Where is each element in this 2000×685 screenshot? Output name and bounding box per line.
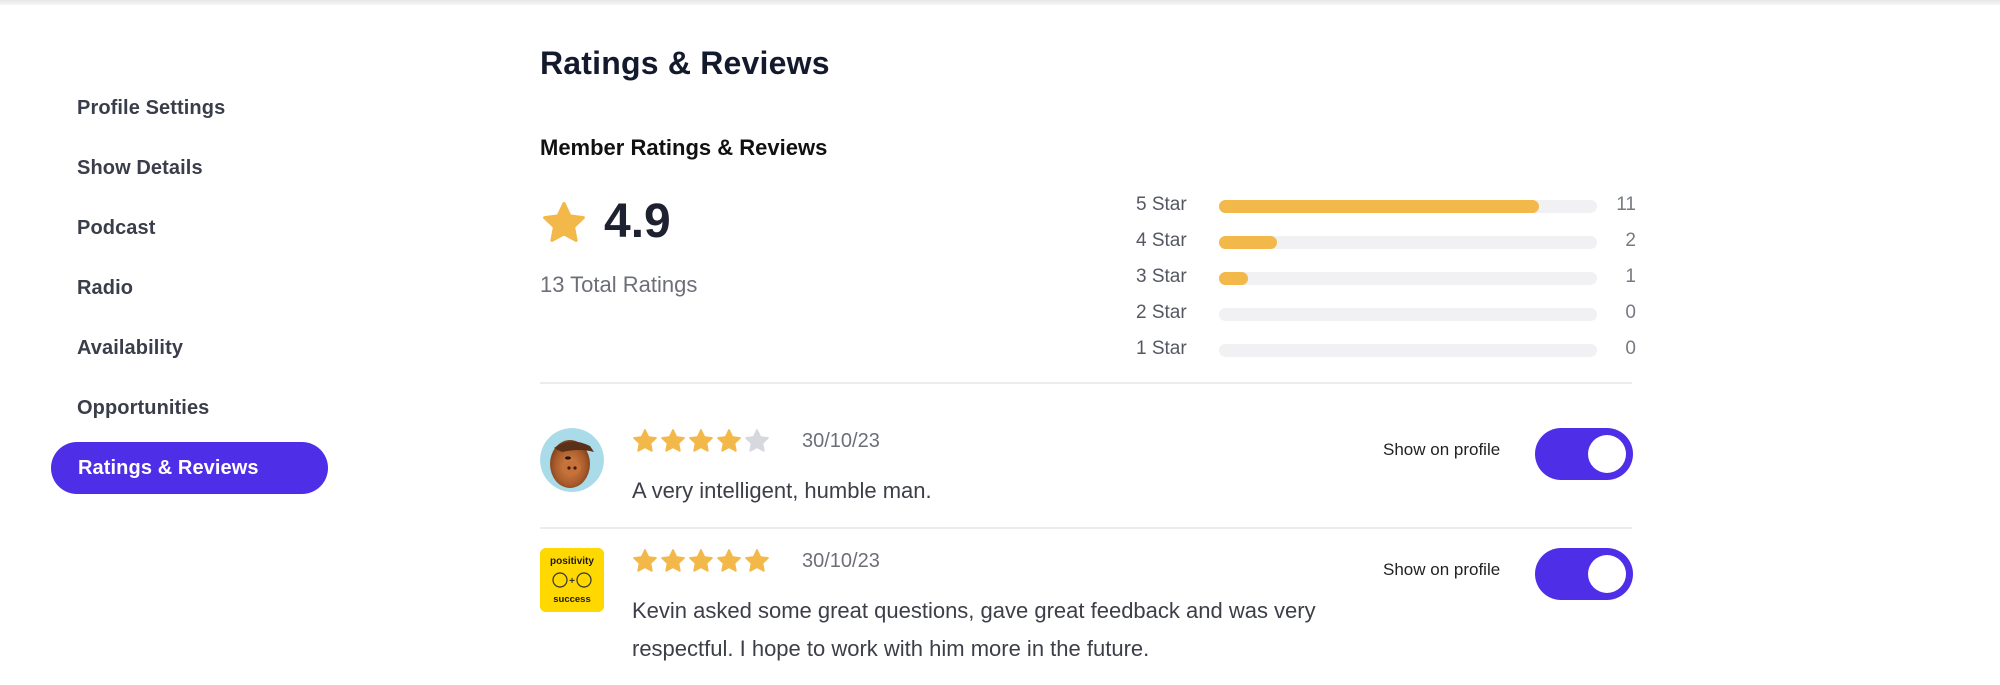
toggle-knob: [1588, 555, 1626, 593]
breakdown-track: [1219, 344, 1597, 357]
page-title: Ratings & Reviews: [540, 45, 830, 81]
breakdown-label: 5 Star: [1136, 194, 1187, 215]
review-text: Kevin asked some great questions, gave g…: [632, 598, 1316, 661]
show-on-profile-toggle[interactable]: [1535, 548, 1633, 600]
breakdown-row: 4 Star 2: [1136, 228, 1636, 256]
positivity-success-logo-icon: positivity + success: [540, 548, 604, 612]
review-date: 30/10/23: [802, 430, 880, 452]
star-filled-icon: [717, 549, 741, 572]
star-filled-icon: [689, 429, 713, 452]
sidebar-item-podcast[interactable]: Podcast: [77, 208, 156, 248]
alf-portrait-avatar-icon: [540, 428, 604, 492]
breakdown-label: 4 Star: [1136, 230, 1187, 251]
star-empty-icon: [745, 429, 769, 452]
star-filled-icon: [689, 549, 713, 572]
show-on-profile-toggle[interactable]: [1535, 428, 1633, 480]
breakdown-track: [1219, 236, 1597, 249]
review-rating: [632, 548, 770, 578]
breakdown-track: [1219, 272, 1597, 285]
breakdown-bar: [1219, 236, 1278, 249]
toggle-label: Show on profile: [1383, 560, 1501, 579]
logo-text-bottom: success: [553, 594, 591, 605]
sidebar-item-ratings-reviews[interactable]: Ratings & Reviews: [51, 442, 328, 494]
sidebar-item-show-details[interactable]: Show Details: [77, 148, 203, 188]
breakdown-count: 11: [1616, 194, 1636, 215]
average-rating: 4.9: [604, 195, 671, 248]
breakdown-bar: [1219, 200, 1539, 213]
star-filled-icon: [633, 549, 657, 572]
toggle-label: Show on profile: [1383, 440, 1501, 459]
sidebar-item-opportunities[interactable]: Opportunities: [77, 388, 209, 428]
section-title: Member Ratings & Reviews: [540, 135, 828, 160]
svg-text:+: +: [569, 576, 575, 587]
breakdown-count: 2: [1625, 230, 1636, 251]
divider: [540, 527, 1632, 529]
breakdown-label: 1 Star: [1136, 338, 1187, 359]
star-filled-icon: [661, 429, 685, 452]
logo-text-top: positivity: [550, 556, 594, 567]
toggle-knob: [1588, 435, 1626, 473]
sidebar-item-profile-settings[interactable]: Profile Settings: [77, 88, 225, 128]
breakdown-count: 0: [1625, 302, 1636, 323]
reviewer-avatar: positivity + success: [540, 548, 604, 612]
breakdown-label: 3 Star: [1136, 266, 1187, 287]
breakdown-count: 1: [1625, 266, 1636, 287]
reviewer-avatar: [540, 428, 604, 492]
breakdown-row: 1 Star 0: [1136, 336, 1636, 364]
review-rating: [632, 428, 770, 458]
breakdown-label: 2 Star: [1136, 302, 1187, 323]
breakdown-bar: [1219, 272, 1249, 285]
star-filled-icon: [633, 429, 657, 452]
breakdown-track: [1219, 308, 1597, 321]
divider: [540, 382, 1632, 384]
breakdown-row: 2 Star 0: [1136, 300, 1636, 328]
breakdown-count: 0: [1625, 338, 1636, 359]
main-content: Ratings & Reviews Member Ratings & Revie…: [540, 0, 1640, 685]
star-filled-icon: [717, 429, 741, 452]
total-ratings: 13 Total Ratings: [540, 272, 698, 297]
star-filled-icon: [661, 549, 685, 572]
review-text: A very intelligent, humble man.: [632, 478, 932, 503]
breakdown-row: 5 Star 11: [1136, 192, 1636, 220]
sidebar-nav: Profile Settings Show Details Podcast Ra…: [0, 0, 400, 685]
breakdown-track: [1219, 200, 1597, 213]
sidebar-item-radio[interactable]: Radio: [77, 268, 133, 308]
star-filled-icon: [745, 549, 769, 572]
star-icon: [543, 201, 585, 242]
review-date: 30/10/23: [802, 550, 880, 572]
breakdown-row: 3 Star 1: [1136, 264, 1636, 292]
sidebar-item-availability[interactable]: Availability: [77, 328, 183, 368]
